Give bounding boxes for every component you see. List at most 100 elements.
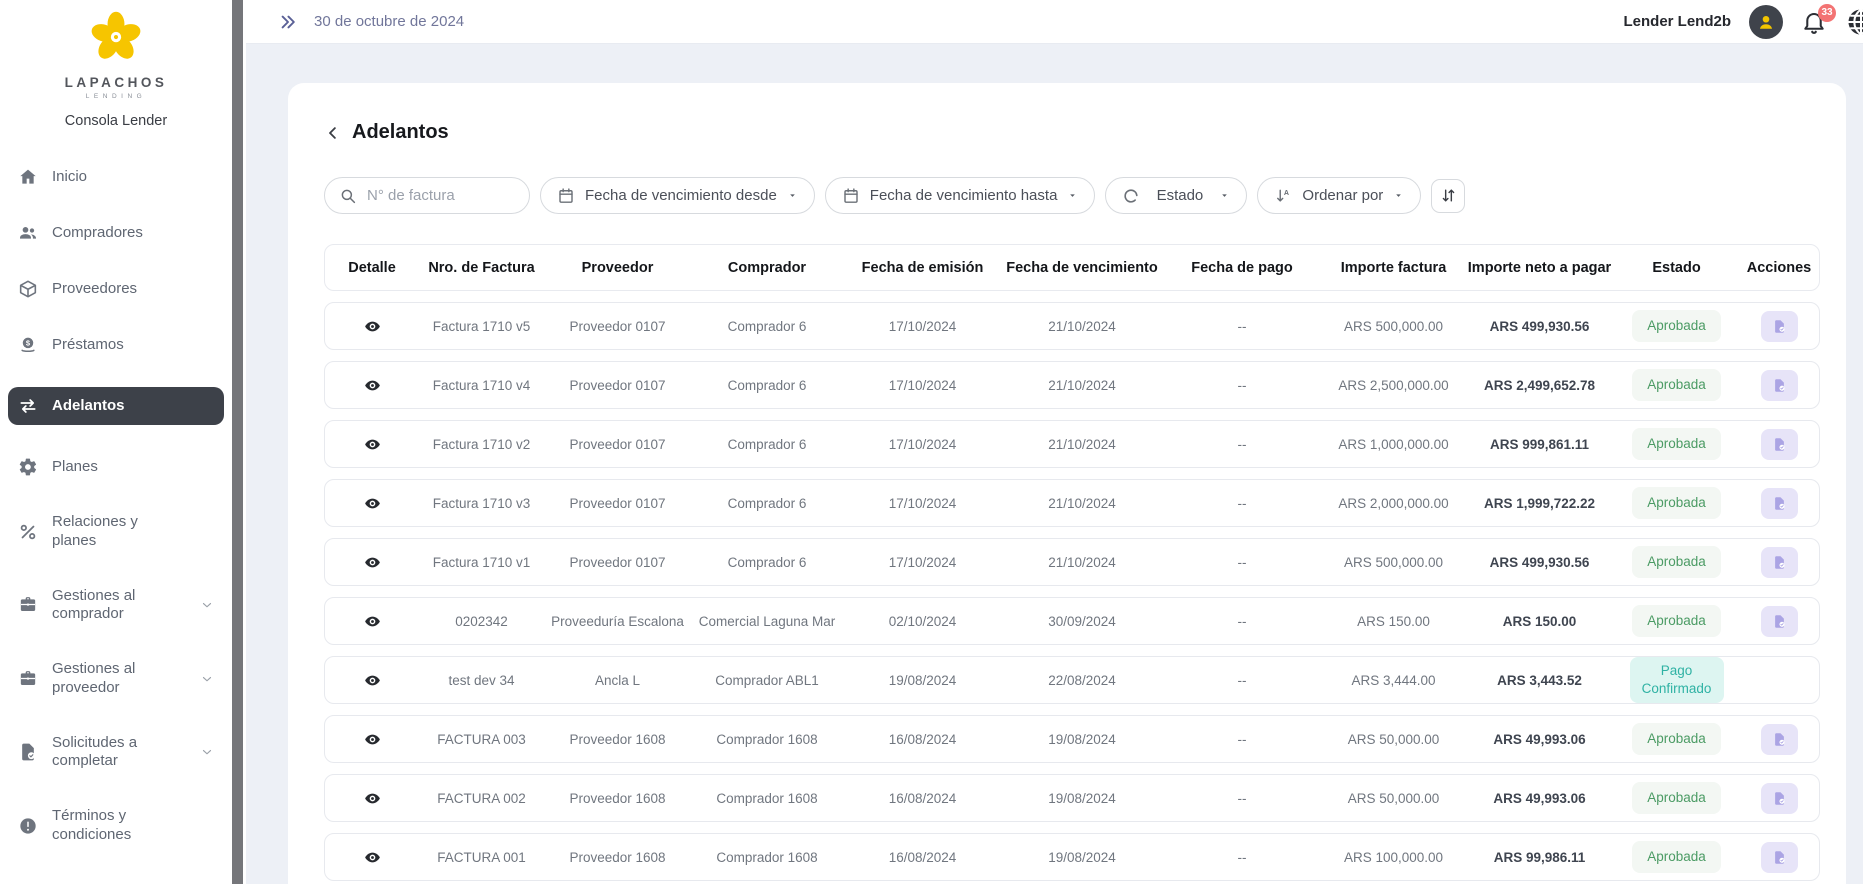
view-detail-button[interactable] <box>361 846 383 868</box>
sort-by-label: Ordenar por <box>1302 187 1383 204</box>
percent-icon <box>18 522 38 542</box>
sidebar-nav: Inicio Compradores Proveedores $ Préstam… <box>0 163 232 884</box>
chevron-down-icon[interactable] <box>200 745 214 759</box>
sidebar-item-relaciones-y-planes[interactable]: Relaciones y planes <box>8 509 224 555</box>
sidebar-item-compradores[interactable]: Compradores <box>8 219 224 247</box>
sidebar-item-terminos-y-condiciones[interactable]: Términos y condiciones <box>8 803 224 849</box>
status-badge: Aprobada <box>1632 782 1721 814</box>
sidebar-item-solicitudes-a-completar[interactable]: Solicitudes a completar <box>8 730 224 776</box>
payment-date-cell: -- <box>1162 437 1322 452</box>
net-amount-cell: ARS 999,861.11 <box>1465 437 1614 452</box>
notifications-badge: 33 <box>1818 4 1836 22</box>
column-header-proveedor: Proveedor <box>544 260 691 276</box>
view-detail-button[interactable] <box>361 669 383 691</box>
table-row: FACTURA 002 Proveedor 1608 Comprador 160… <box>324 774 1820 822</box>
doc-check-icon <box>1772 319 1787 334</box>
issue-date-cell: 16/08/2024 <box>843 850 1002 865</box>
person-icon <box>1755 11 1777 33</box>
notifications-button[interactable]: 33 <box>1801 9 1827 35</box>
document-action-button[interactable] <box>1761 842 1798 873</box>
document-action-button[interactable] <box>1761 488 1798 519</box>
table-row: 0202342 Proveeduría Escalona Comercial L… <box>324 597 1820 645</box>
sidebar-item-gestiones-al-proveedor[interactable]: Gestiones al proveedor <box>8 656 224 702</box>
payment-date-cell: -- <box>1162 496 1322 511</box>
column-header-acciones: Acciones <box>1739 260 1819 276</box>
document-action-button[interactable] <box>1761 724 1798 755</box>
document-action-button[interactable] <box>1761 370 1798 401</box>
sort-by-filter[interactable]: A Ordenar por <box>1257 177 1421 214</box>
sidebar-item-prestamos[interactable]: $ Préstamos <box>8 331 224 359</box>
sidebar-item-planes[interactable]: Planes <box>8 453 224 481</box>
document-action-button[interactable] <box>1761 429 1798 460</box>
language-button[interactable] <box>1845 6 1863 38</box>
user-name: Lender Lend2b <box>1623 13 1731 30</box>
sidebar-scrollbar[interactable] <box>232 0 243 884</box>
sidebar-item-reportes[interactable]: Reportes <box>8 877 224 884</box>
table-rows: Factura 1710 v5 Proveedor 0107 Comprador… <box>324 302 1820 881</box>
search-icon <box>339 187 357 205</box>
main-area: 30 de octubre de 2024 Lender Lend2b 33 A… <box>243 0 1863 884</box>
table-row: Factura 1710 v3 Proveedor 0107 Comprador… <box>324 479 1820 527</box>
net-amount-cell: ARS 49,993.06 <box>1465 791 1614 806</box>
sidebar-item-label: Proveedores <box>52 280 177 299</box>
sidebar-item-proveedores[interactable]: Proveedores <box>8 275 224 303</box>
view-detail-button[interactable] <box>361 492 383 514</box>
chevron-down-icon[interactable] <box>200 598 214 612</box>
issue-date-cell: 17/10/2024 <box>843 437 1002 452</box>
caret-down-icon <box>1067 190 1078 201</box>
net-amount-cell: ARS 499,930.56 <box>1465 319 1614 334</box>
due-date-cell: 19/08/2024 <box>1002 850 1162 865</box>
due-date-cell: 21/10/2024 <box>1002 437 1162 452</box>
net-amount-cell: ARS 1,999,722.22 <box>1465 496 1614 511</box>
user-avatar[interactable] <box>1749 5 1783 39</box>
estado-filter[interactable]: Estado <box>1105 177 1247 214</box>
provider-cell: Proveedor 0107 <box>544 437 691 452</box>
view-detail-button[interactable] <box>361 374 383 396</box>
caret-down-icon <box>1393 190 1404 201</box>
status-badge: Aprobada <box>1632 428 1721 460</box>
table-row: FACTURA 003 Proveedor 1608 Comprador 160… <box>324 715 1820 763</box>
due-date-from-label: Fecha de vencimiento desde <box>585 187 777 204</box>
view-detail-button[interactable] <box>361 433 383 455</box>
document-action-button[interactable] <box>1761 547 1798 578</box>
view-detail-button[interactable] <box>361 610 383 632</box>
invoice-search-input[interactable] <box>367 187 515 204</box>
sidebar-item-label: Adelantos <box>52 397 177 416</box>
sidebar-item-gestiones-al-comprador[interactable]: Gestiones al comprador <box>8 583 224 629</box>
provider-cell: Proveedor 0107 <box>544 555 691 570</box>
provider-cell: Proveedor 1608 <box>544 791 691 806</box>
table-row: test dev 34 Ancla L Comprador ABL1 19/08… <box>324 656 1820 704</box>
view-detail-button[interactable] <box>361 728 383 750</box>
sidebar-item-inicio[interactable]: Inicio <box>8 163 224 191</box>
invoice-number-cell: test dev 34 <box>419 673 544 688</box>
chevron-down-icon[interactable] <box>200 672 214 686</box>
buyer-cell: Comercial Laguna Mar <box>691 614 843 629</box>
sidebar-item-adelantos[interactable]: Adelantos <box>8 387 224 425</box>
calendar-icon <box>557 187 575 205</box>
document-action-button[interactable] <box>1761 606 1798 637</box>
invoice-amount-cell: ARS 1,000,000.00 <box>1322 437 1465 452</box>
invoice-search[interactable] <box>324 177 530 214</box>
provider-cell: Proveedor 1608 <box>544 732 691 747</box>
doc-check-icon <box>1772 850 1787 865</box>
view-detail-button[interactable] <box>361 551 383 573</box>
expand-sidebar-icon[interactable] <box>278 12 298 32</box>
net-amount-cell: ARS 150.00 <box>1465 614 1614 629</box>
adelantos-table: DetalleNro. de FacturaProveedorComprador… <box>324 244 1820 881</box>
provider-cell: Proveedor 0107 <box>544 319 691 334</box>
package-icon <box>18 279 38 299</box>
console-label: Consola Lender <box>0 113 232 129</box>
due-date-cell: 21/10/2024 <box>1002 378 1162 393</box>
sidebar-item-label: Gestiones al comprador <box>52 587 177 625</box>
view-detail-button[interactable] <box>361 787 383 809</box>
sort-direction-button[interactable] <box>1431 179 1465 213</box>
buyer-cell: Comprador 6 <box>691 378 843 393</box>
due-date-to-filter[interactable]: Fecha de vencimiento hasta <box>825 177 1096 214</box>
view-detail-button[interactable] <box>361 315 383 337</box>
document-action-button[interactable] <box>1761 311 1798 342</box>
due-date-cell: 19/08/2024 <box>1002 791 1162 806</box>
due-date-from-filter[interactable]: Fecha de vencimiento desde <box>540 177 815 214</box>
payment-date-cell: -- <box>1162 673 1322 688</box>
back-button[interactable] <box>324 124 342 142</box>
document-action-button[interactable] <box>1761 783 1798 814</box>
